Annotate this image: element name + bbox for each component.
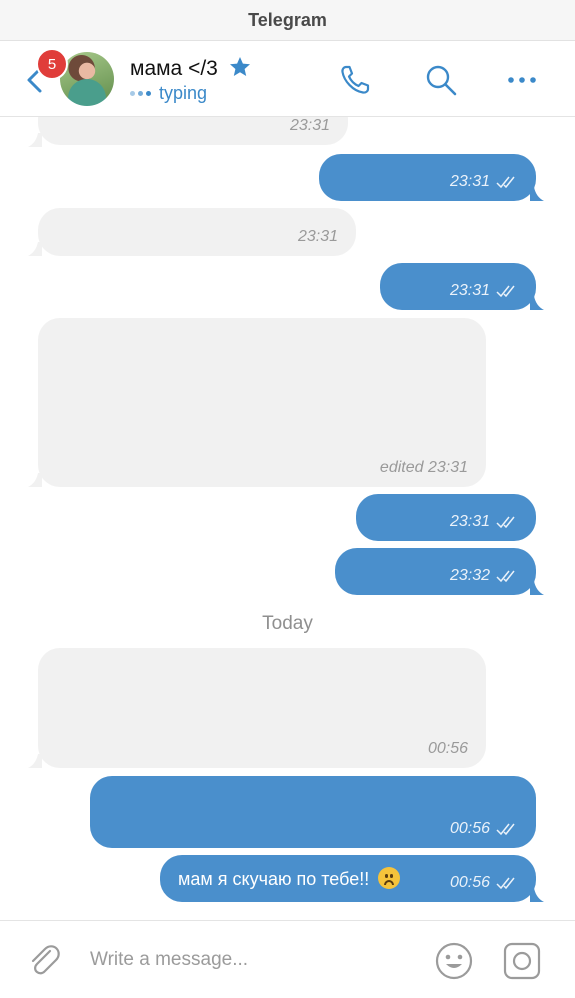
message-time: 00:56 [450, 874, 518, 892]
double-check-icon [496, 877, 515, 890]
double-check-icon [496, 516, 515, 529]
message-incoming[interactable]: 23:31 [38, 208, 356, 256]
frowning-face-icon [378, 867, 401, 889]
message-input[interactable]: Write a message... [90, 949, 248, 971]
bubble-tail [28, 133, 42, 147]
bubble-tail [530, 187, 544, 201]
bubble-tail [530, 581, 544, 595]
camera-icon[interactable] [503, 942, 541, 980]
message-outgoing[interactable]: 23:31 [380, 263, 536, 310]
message-incoming[interactable]: 23:31 [38, 117, 348, 145]
message-time: 23:31 [450, 173, 518, 191]
typing-status: typing [130, 83, 207, 104]
emoji-icon[interactable] [435, 942, 473, 980]
message-incoming[interactable]: edited 23:31 [38, 318, 486, 487]
message-time: 00:56 [450, 820, 518, 838]
bubble-tail [28, 242, 42, 256]
bubble-tail [28, 473, 42, 487]
double-check-icon [496, 176, 515, 189]
window-title: Telegram [248, 9, 327, 30]
contact-name[interactable]: мама </3 [130, 57, 218, 81]
message-incoming[interactable]: 00:56 [38, 648, 486, 768]
day-separator: Today [262, 613, 313, 634]
message-time: edited 23:31 [379, 459, 468, 476]
double-check-icon [496, 285, 515, 298]
message-outgoing[interactable]: 23:32 [335, 548, 536, 595]
status-text: typing [159, 83, 208, 103]
bubble-tail [530, 888, 544, 902]
message-outgoing[interactable]: 23:31 [319, 154, 536, 201]
typing-dots-icon [130, 91, 151, 96]
message-time: 00:56 [427, 740, 468, 757]
message-time: 23:31 [297, 228, 338, 245]
message-time: 23:31 [450, 513, 518, 531]
search-icon[interactable] [424, 63, 458, 97]
window-titlebar: Telegram [0, 0, 575, 41]
bubble-tail [28, 754, 42, 768]
bubble-tail [530, 296, 544, 310]
message-time: 23:31 [450, 282, 518, 300]
attach-icon[interactable] [26, 942, 62, 978]
message-time: 23:31 [289, 117, 330, 134]
phone-icon[interactable] [338, 63, 372, 97]
contact-avatar[interactable] [60, 52, 114, 106]
more-options-icon[interactable] [505, 63, 539, 97]
unread-count-badge: 5 [36, 48, 68, 80]
message-outgoing[interactable]: 00:56 [90, 776, 536, 848]
double-check-icon [496, 823, 515, 836]
message-list[interactable]: 23:31 23:31 23:31 23:31 edited 23:31 23:… [0, 117, 575, 920]
message-outgoing[interactable]: мам я скучаю по тебе!! 00:56 [160, 855, 536, 902]
double-check-icon [496, 570, 515, 583]
message-composer: Write a message... [0, 920, 575, 998]
message-time: 23:32 [450, 567, 518, 585]
message-outgoing[interactable]: 23:31 [356, 494, 536, 541]
star-icon [230, 57, 250, 76]
message-text: мам я скучаю по тебе!! [178, 867, 401, 890]
chat-header: 5 мама </3 typing [0, 41, 575, 117]
